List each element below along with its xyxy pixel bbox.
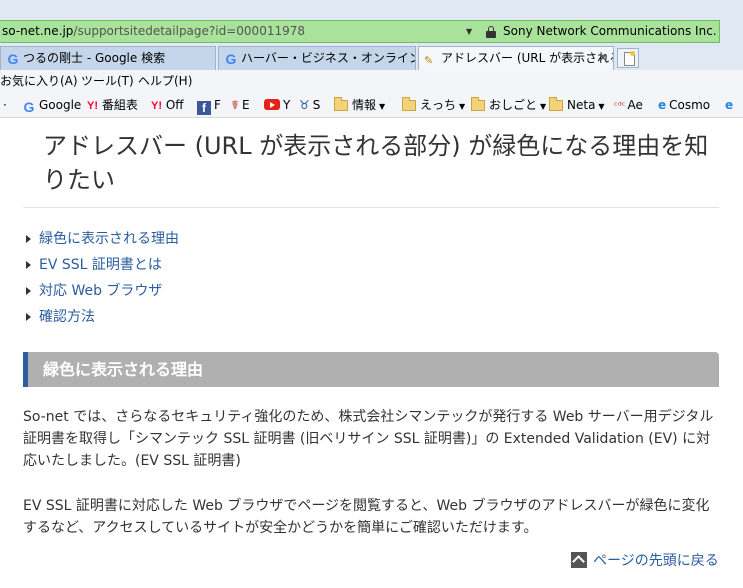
url-dropdown-icon[interactable]: ▼ [466,21,472,42]
tab-google-search-1[interactable]: G つるの剛士 - Google 検索 [0,46,216,70]
triangle-right-icon [26,313,31,321]
toc-link[interactable]: 対応 Web ブラウザ [39,283,162,299]
fav-label: おしごと [489,98,538,112]
folder-icon [471,97,485,111]
fav-facebook[interactable]: fF [197,92,221,118]
title-divider [23,207,719,208]
toc-item[interactable]: EV SSL 証明書とは [23,254,179,280]
fav-yahoo-tv[interactable]: Y! 番組表 [87,92,138,119]
chevron-down-icon: ▼ [598,102,605,111]
so-net-icon: ✎ [424,54,434,67]
chevron-down-icon: ▼ [540,102,547,111]
fav-label: E [242,98,250,112]
fav-label: Google [39,98,82,112]
toc-item[interactable]: 対応 Web ブラウザ [23,280,179,306]
folder-icon [334,97,348,111]
chevron-down-icon: ▼ [459,102,466,111]
ie-icon: e [658,98,667,112]
folder-icon [402,97,416,111]
fav-youtube[interactable]: Y [264,92,290,118]
tab-label: アドレスバー (URL が表示される... [441,51,614,65]
table-of-contents: 緑色に表示される理由 EV SSL 証明書とは 対応 Web ブラウザ 確認方法 [23,228,179,332]
google-icon: G [7,51,19,67]
url-domain: so-net.ne.jp [2,24,74,38]
fav-label: S [312,98,321,112]
url-path: /supportsitedetailpage?id=000011978 [73,24,305,38]
fav-label: Neta [567,98,596,112]
browser-address-bar-area: so-net.ne.jp/supportsitedetailpage?id=00… [0,0,743,44]
lock-icon[interactable] [486,26,496,38]
fav-google[interactable]: G Google [22,92,82,118]
chevron-down-icon: ▼ [379,102,386,111]
fav-folder-info[interactable]: 情報 ▼ [334,92,385,120]
fav-ae[interactable]: ᶜᵈᶜ Ae [614,92,643,120]
certificate-owner[interactable]: Sony Network Communications Inc. [JP] [503,21,719,42]
fav-label: F [214,98,221,112]
toc-link[interactable]: 確認方法 [39,309,95,325]
fav-label: 情報 [352,98,377,112]
fav-folder-oshigoto[interactable]: おしごと ▼ [471,92,546,120]
menu-help[interactable]: ヘルプ(H) [138,70,192,92]
new-tab-button[interactable] [617,48,639,68]
page-title: アドレスバー (URL が表示される部分) が緑色になる理由を知りたい [43,132,709,194]
yahoo-icon: Y! [151,100,162,112]
menu-bar: お気に入り(A) ツール(T) ヘルプ(H) [0,70,743,92]
fav-label: Y [283,98,291,112]
tab-strip: G つるの剛士 - Google 検索 G ハーバー・ビジネス・オンライン - Go… [0,44,743,70]
page-content: アドレスバー (URL が表示される部分) が緑色になる理由を知りたい 緑色に表… [0,119,743,588]
menu-favorites[interactable]: お気に入り(A) [0,70,78,92]
tab-label: つるの剛士 - Google 検索 [23,51,166,65]
fav-folder-neta[interactable]: Neta ▼ [549,92,605,120]
triangle-right-icon [26,235,31,243]
url-field[interactable]: so-net.ne.jp/supportsitedetailpage?id=00… [0,20,720,43]
menu-tools[interactable]: ツール(T) [81,70,134,92]
tab-label: ハーバー・ビジネス・オンライン - Goo... [241,51,416,65]
facebook-icon: f [197,101,211,115]
yahoo-icon: Y! [87,100,98,112]
close-tab-icon[interactable]: ✕ [598,47,608,69]
back-to-top-link[interactable]: ページの先頭に戻る [571,551,719,571]
back-to-top-label: ページの先頭に戻る [593,553,719,569]
triangle-right-icon [26,287,31,295]
google-icon: G [225,51,237,67]
fav-separator: · [3,98,7,112]
fav-cosmo[interactable]: e Cosmo [658,92,710,118]
body-paragraph: So-net では、さらなるセキュリティ強化のため、株式会社シマンテックが発行す… [23,409,714,469]
fav-label: えっち [420,98,457,112]
fav-ebay[interactable]: ☤ E [231,92,250,118]
section-heading-text: 緑色に表示される理由 [43,360,204,379]
fav-label: Off [165,98,184,112]
ie-icon[interactable]: e [725,92,733,118]
ebay-icon: ☤ [231,98,240,112]
body-paragraph: EV SSL 証明書に対応した Web ブラウザでページを閲覧すると、Web ブ… [23,498,710,536]
section-heading: 緑色に表示される理由 [23,352,719,387]
fav-s[interactable]: ♉ S [299,92,320,118]
fav-yahoo-off[interactable]: Y! Off [151,92,184,119]
fav-folder-ecchi[interactable]: えっち ▼ [402,92,465,120]
fav-label: 番組表 [101,98,138,112]
youtube-icon [264,99,280,110]
folder-icon [549,97,563,111]
arrow-up-icon [571,552,587,568]
toc-link[interactable]: EV SSL 証明書とは [39,257,162,273]
fav-label: Cosmo [669,98,711,112]
toc-link[interactable]: 緑色に表示される理由 [39,231,179,247]
tab-google-search-2[interactable]: G ハーバー・ビジネス・オンライン - Goo... [218,46,416,70]
tab-active-so-net[interactable]: ✎ アドレスバー (URL が表示される... ✕ [418,46,614,70]
google-icon: G [23,99,35,115]
triangle-right-icon [26,261,31,269]
toc-item[interactable]: 緑色に表示される理由 [23,228,179,254]
favorites-bar: · G Google Y! 番組表 Y! Off fF ☤ E Y ♉ S 情報 ▼ え… [0,92,743,118]
s-icon: ♉ [299,98,310,112]
fav-label: Ae [627,98,643,112]
ae-icon: ᶜᵈᶜ [614,101,626,112]
toc-item[interactable]: 確認方法 [23,306,179,332]
